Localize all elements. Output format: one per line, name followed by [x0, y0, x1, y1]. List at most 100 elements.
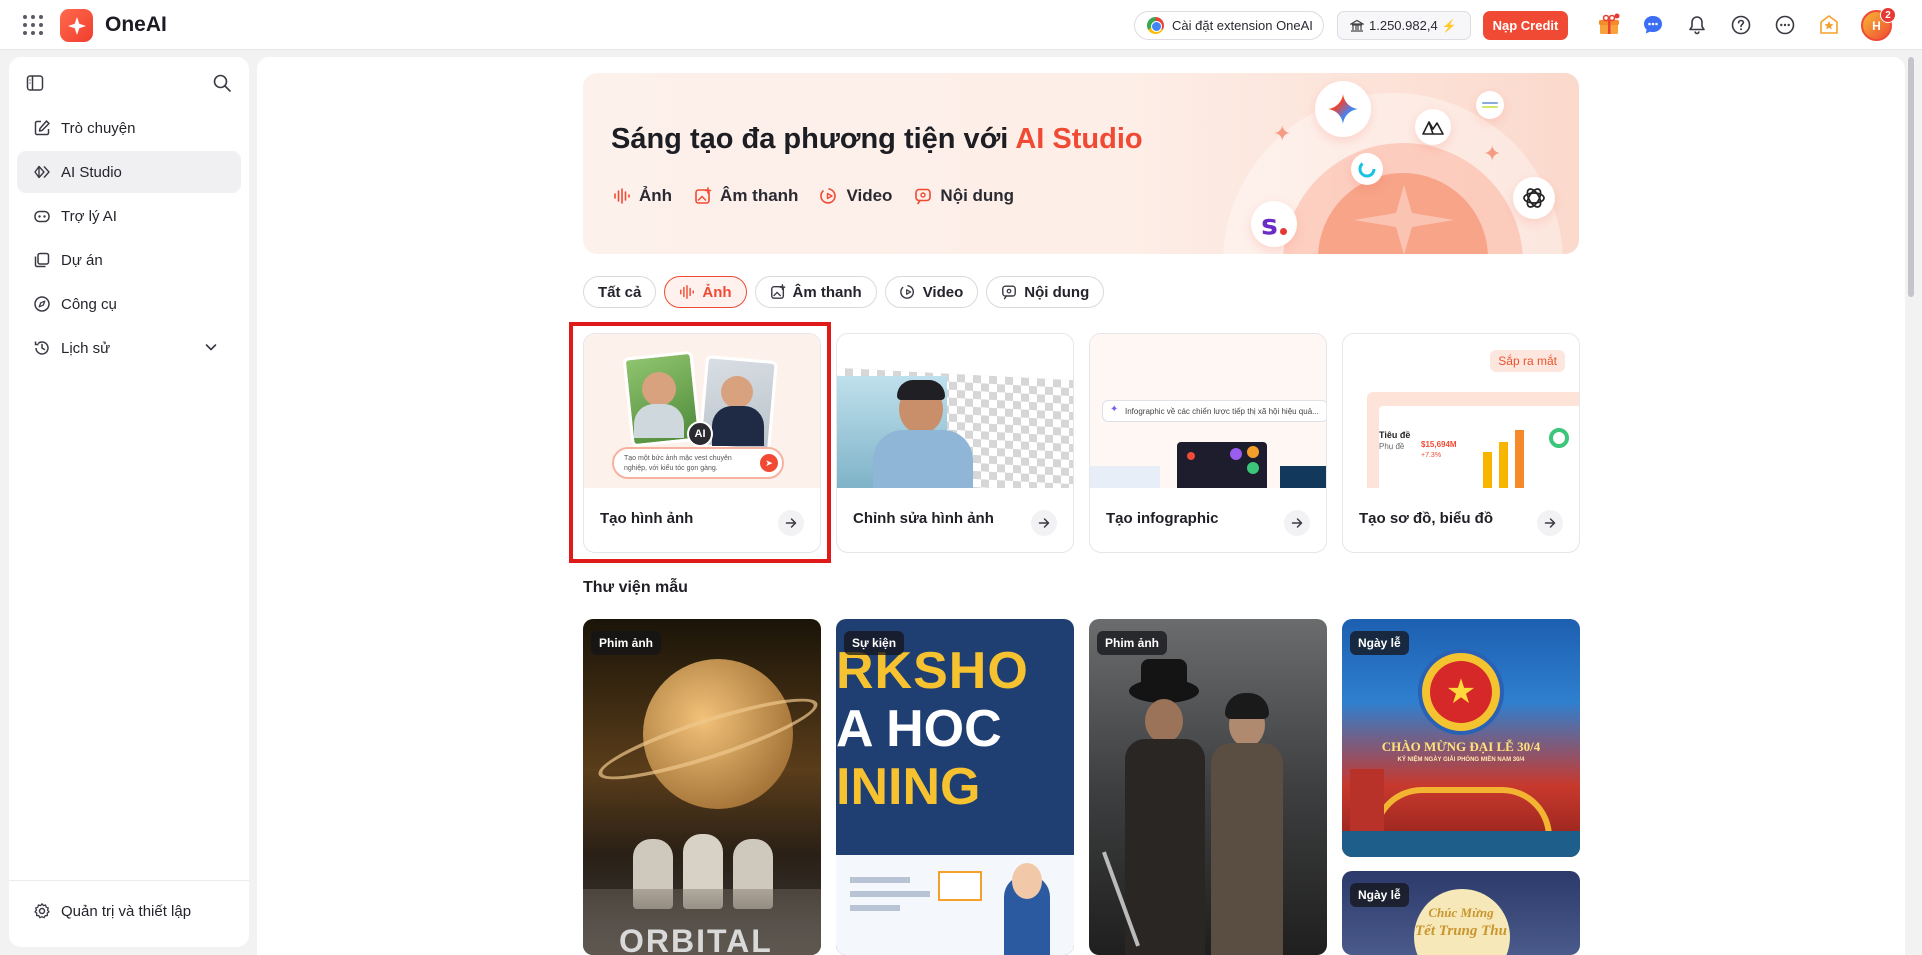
- infographic-prompt: Infographic về các chiến lược tiếp thị x…: [1102, 400, 1326, 422]
- user-avatar[interactable]: H 2: [1861, 7, 1896, 41]
- content-icon: [915, 188, 932, 205]
- bolt-icon: ⚡: [1441, 18, 1457, 33]
- history-icon: [34, 341, 49, 355]
- main-scrollbar[interactable]: [1906, 57, 1916, 947]
- arrow-right-icon[interactable]: [778, 510, 804, 536]
- hero-star-decoration: [1354, 185, 1454, 254]
- chart-thumb-value: $15,694M: [1421, 440, 1457, 449]
- library-card-holiday-304[interactable]: ★ CHÀO MỪNG ĐẠI LỄ 30/4 KỶ NIỆM NGÀY GIẢ…: [1342, 619, 1580, 857]
- tool-label: Tạo sơ đồ, biểu đồ: [1359, 510, 1493, 527]
- chevron-down-icon[interactable]: [203, 339, 219, 355]
- award-icon[interactable]: [1816, 12, 1842, 38]
- card-text: ORBITAL: [619, 923, 773, 955]
- help-icon[interactable]: [1728, 12, 1754, 38]
- hero-link-audio[interactable]: Âm thanh: [694, 186, 798, 206]
- sidebar-item-projects[interactable]: Dự án: [17, 239, 241, 281]
- apps-grid-icon[interactable]: [22, 14, 44, 36]
- library-card-workshop[interactable]: RKSHO A HOC INING Sự kiện: [836, 619, 1074, 955]
- filter-audio[interactable]: Âm thanh: [754, 276, 877, 308]
- sidebar-item-history[interactable]: Lịch sử: [17, 327, 241, 369]
- midjourney-logo-icon: [1415, 109, 1451, 145]
- tool-card-create-image[interactable]: AI Tạo một bức ảnh mặc vest chuyên nghiệ…: [583, 333, 821, 553]
- sparkle-icon: ✦: [1483, 141, 1502, 166]
- credit-value: 1.250.982,4: [1369, 18, 1438, 33]
- sidebar: Trò chuyện AI Studio Trợ lý AI Dự án Côn…: [9, 57, 249, 947]
- filter-all[interactable]: Tất cả: [583, 276, 657, 308]
- chrome-icon: [1147, 17, 1164, 34]
- library-title: Thư viện mẫu: [583, 579, 688, 596]
- sidebar-item-chat[interactable]: Trò chuyện: [17, 107, 241, 149]
- compass-icon: [34, 296, 50, 312]
- oneai-logo-icon[interactable]: [60, 9, 93, 42]
- bell-icon[interactable]: [1684, 12, 1710, 38]
- sidebar-item-ai-studio[interactable]: AI Studio: [17, 151, 241, 193]
- hero-link-video[interactable]: Video: [820, 186, 892, 206]
- brand-name[interactable]: OneAI: [105, 13, 167, 37]
- admin-settings-button[interactable]: Quản trị và thiết lập: [17, 891, 241, 931]
- create-image-thumbnail: AI Tạo một bức ảnh mặc vest chuyên nghiệ…: [584, 334, 820, 488]
- library-card-movie[interactable]: Phim ảnh: [1089, 619, 1327, 955]
- category-badge: Sự kiện: [844, 631, 905, 655]
- arrow-right-icon[interactable]: [1537, 510, 1563, 536]
- hero-link-image[interactable]: Ảnh: [613, 186, 672, 206]
- more-icon[interactable]: [1772, 12, 1798, 38]
- top-bar: OneAI Cài đặt extension OneAI 1.250.982,…: [0, 0, 1922, 50]
- hero-link-content[interactable]: Nội dung: [914, 186, 1014, 206]
- filter-image[interactable]: Ảnh: [664, 276, 747, 308]
- install-extension-button[interactable]: Cài đặt extension OneAI: [1134, 11, 1324, 40]
- sidebar-item-label: Lịch sử: [61, 339, 111, 357]
- card-text: CHÀO MỪNG ĐẠI LỄ 30/4: [1381, 739, 1541, 754]
- category-badge: Phim ảnh: [591, 631, 662, 655]
- gemini-logo-icon: [1315, 81, 1371, 137]
- sidebar-item-label: Dự án: [61, 251, 103, 269]
- library-card-orbital[interactable]: ORBITAL Phim ảnh: [583, 619, 821, 955]
- prompt-bubble: Tạo một bức ảnh mặc vest chuyên nghiệp, …: [612, 447, 784, 479]
- hero-banner: ✦ ✦ s Sáng tạo đa phương tiện với AI Stu…: [583, 73, 1579, 254]
- edit-image-thumbnail: [837, 334, 1073, 488]
- chat-bubble-icon[interactable]: [1640, 12, 1666, 38]
- category-badge: Ngày lễ: [1350, 631, 1409, 655]
- sidebar-item-tools[interactable]: Công cụ: [17, 283, 241, 325]
- s-logo-icon: s: [1251, 201, 1297, 247]
- search-icon[interactable]: [212, 73, 234, 95]
- studio-icon: [34, 165, 50, 179]
- topup-credit-button[interactable]: Nạp Credit: [1483, 11, 1568, 40]
- scrollbar-thumb[interactable]: [1908, 57, 1914, 297]
- sidebar-item-ai-assistant[interactable]: Trợ lý AI: [17, 195, 241, 237]
- hero-links: Ảnh Âm thanh Video Nội dung: [613, 186, 1014, 206]
- category-badge: Phim ảnh: [1097, 631, 1168, 655]
- arrow-right-icon[interactable]: [1031, 510, 1057, 536]
- chart-thumb-change: +7.3%: [1421, 452, 1442, 459]
- content-icon: [1002, 285, 1017, 300]
- loop-logo-icon: [1351, 153, 1383, 185]
- credit-balance[interactable]: 1.250.982,4 ⚡: [1337, 11, 1471, 40]
- hero-title: Sáng tạo đa phương tiện với AI Studio: [611, 123, 1143, 155]
- video-icon: [820, 188, 837, 204]
- filter-video[interactable]: Video: [884, 276, 979, 308]
- waveform-icon: [680, 285, 695, 299]
- card-text-line: Chúc Mừng: [1428, 905, 1494, 920]
- sidebar-item-label: AI Studio: [61, 163, 122, 181]
- chart-thumbnail: Tiêu đề Phụ đề $15,694M +7.3% Sắp ra mắt: [1343, 334, 1579, 488]
- card-text-line: A HOC: [836, 700, 1002, 758]
- sidebar-toggle-icon[interactable]: [25, 73, 47, 95]
- bank-icon: [1350, 19, 1364, 32]
- tool-label: Chỉnh sửa hình ảnh: [853, 510, 994, 527]
- video-icon: [899, 285, 914, 299]
- sidebar-item-label: Công cụ: [61, 295, 117, 313]
- library-card-mid-autumn[interactable]: Chúc Mừng Tết Trung Thu Ngày lễ: [1342, 871, 1580, 955]
- star-icon: ★: [1430, 661, 1492, 723]
- tool-card-edit-image[interactable]: Chỉnh sửa hình ảnh: [836, 333, 1074, 553]
- chart-thumb-title: Tiêu đề: [1379, 430, 1411, 440]
- install-extension-label: Cài đặt extension OneAI: [1172, 18, 1313, 33]
- card-subtext: KỶ NIỆM NGÀY GIẢI PHÓNG MIỀN NAM 30/4: [1397, 757, 1525, 763]
- gift-icon[interactable]: [1596, 12, 1622, 38]
- tool-card-create-chart[interactable]: Tiêu đề Phụ đề $15,694M +7.3% Sắp ra mắt…: [1342, 333, 1580, 553]
- admin-settings-label: Quản trị và thiết lập: [61, 902, 192, 920]
- sidebar-footer: Quản trị và thiết lập: [9, 880, 249, 920]
- card-text-line: Tết Trung Thu: [1415, 923, 1507, 939]
- filter-content[interactable]: Nội dung: [986, 276, 1105, 308]
- arrow-right-icon[interactable]: [1284, 510, 1310, 536]
- image-plus-icon: [695, 187, 712, 204]
- tool-card-create-infographic[interactable]: Infographic về các chiến lược tiếp thị x…: [1089, 333, 1327, 553]
